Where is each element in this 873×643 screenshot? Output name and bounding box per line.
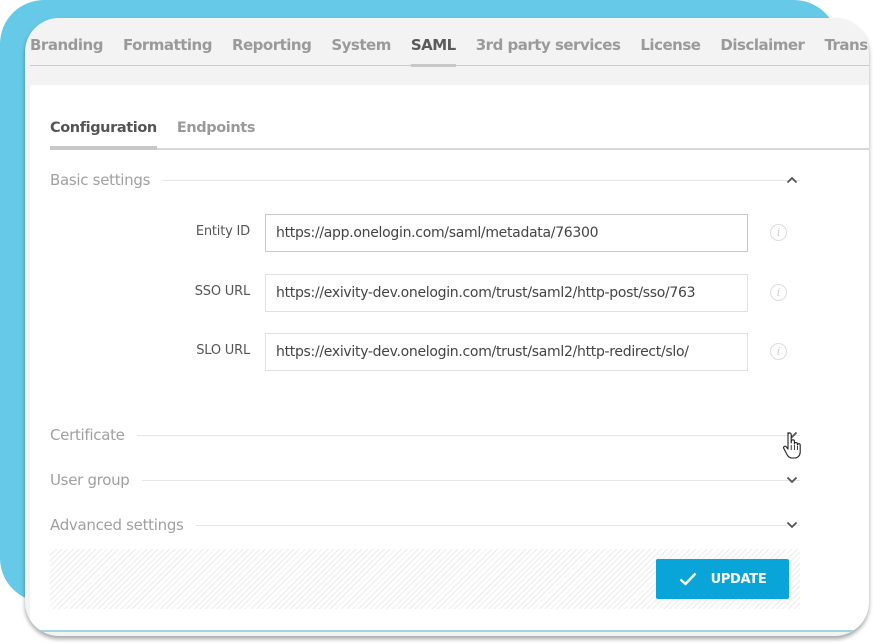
section-title: Advanced settings [50,516,184,534]
tab-formatting[interactable]: Formatting [123,36,213,65]
update-button[interactable]: UPDATE [656,559,789,599]
info-icon[interactable]: i [770,284,787,301]
chevron-up-icon[interactable] [783,171,801,189]
tab-reporting[interactable]: Reporting [232,36,312,65]
section-certificate[interactable]: Certificate [50,423,800,447]
entity-id-label: Entity ID [195,224,250,239]
tab-disclaimer[interactable]: Disclaimer [720,36,805,65]
checkmark-icon [679,572,696,586]
entity-id-row: Entity ID i [30,214,830,254]
chevron-down-icon[interactable] [783,471,801,489]
section-title: Basic settings [50,171,151,189]
section-basic-settings[interactable]: Basic settings [50,168,800,192]
tab-endpoints[interactable]: Endpoints [177,120,256,148]
divider [195,524,800,526]
tab-saml[interactable]: SAML [410,36,456,67]
slo-url-label: SLO URL [196,343,250,358]
tab-configuration[interactable]: Configuration [50,120,157,150]
divider [136,434,800,436]
info-icon[interactable]: i [770,343,787,360]
tab-translations[interactable]: Translations [824,36,869,65]
sso-url-input[interactable] [265,274,748,312]
slo-url-input[interactable] [265,333,748,371]
section-title: User group [50,471,130,489]
hand-pointer-cursor-icon [783,432,801,459]
saml-panel: Configuration Endpoints Basic settings E… [30,85,869,632]
section-user-group[interactable]: User group [50,468,800,492]
divider [162,179,800,181]
section-title: Certificate [50,426,125,444]
entity-id-input[interactable] [265,214,748,252]
settings-window: Branding Formatting Reporting System SAM… [25,18,869,636]
saml-sub-tab-bar: Configuration Endpoints [50,85,869,150]
divider [141,479,800,481]
chevron-down-icon[interactable] [783,516,801,534]
settings-tab-bar: Branding Formatting Reporting System SAM… [30,18,869,67]
section-advanced-settings[interactable]: Advanced settings [50,513,800,537]
sso-url-label: SSO URL [194,284,250,299]
form-footer: UPDATE [50,549,800,609]
info-icon[interactable]: i [770,224,787,241]
sso-url-row: SSO URL i [30,274,830,314]
slo-url-row: SLO URL i [30,333,830,373]
tab-3rd-party-services[interactable]: 3rd party services [476,36,621,65]
tab-branding[interactable]: Branding [30,36,103,65]
update-button-label: UPDATE [710,571,767,587]
tab-license[interactable]: License [640,36,701,65]
tab-system[interactable]: System [331,36,391,65]
